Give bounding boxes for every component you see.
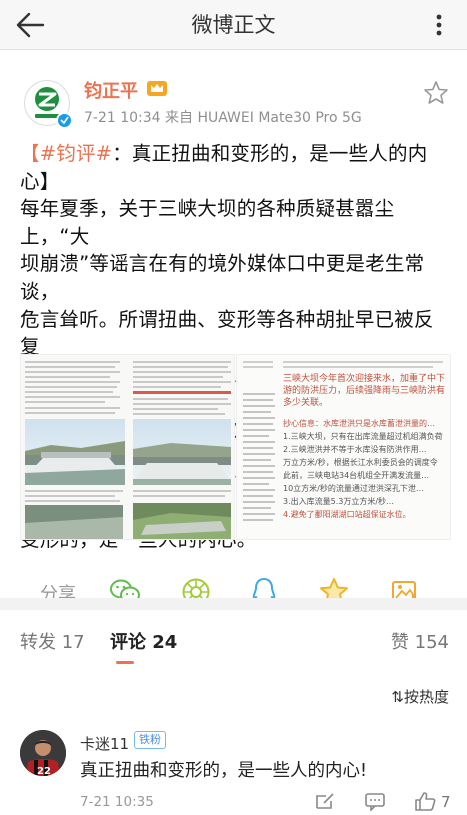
image-right-line: 2.三峡泄洪并不等于水库没有防洪作用… [283, 445, 427, 454]
hashtag-link[interactable]: 【#钧评# [20, 142, 112, 165]
verified-icon [56, 112, 73, 129]
fan-badge: 铁粉 [134, 731, 166, 749]
tab-active-indicator [116, 661, 134, 664]
commenter-avatar[interactable]: 22 [20, 730, 66, 776]
image-right-line: 此前，三峡电站34台机组全开满发流量… [283, 471, 430, 480]
image-right-line: 4.避免了鄱阳湖湖口站超保证水位。 [283, 510, 411, 519]
post-text-line: 危言耸听。所谓扭曲、变形等各种胡扯早已被反复 [20, 307, 434, 359]
like-icon[interactable] [414, 791, 436, 811]
sort-label: 按热度 [403, 688, 449, 706]
post-image-right[interactable]: 三峡大坝今年首次迎接来水，加重了中下游的防洪压力，后续强降雨与三峡防洪有多少关联… [236, 354, 451, 540]
sort-icon: ⇅ [391, 688, 404, 706]
commenter-name[interactable]: 卡迷11 [80, 733, 129, 754]
image-right-lines: 抄心信息：水库泄洪只是水库蓄泄洪量的… 1.三峡大坝，只有在出库流量超过机组满负… [283, 417, 449, 521]
comment-time: 7-21 10:35 [80, 794, 154, 810]
author-name[interactable]: 钧正平 [84, 77, 138, 103]
more-icon [436, 14, 442, 36]
post-image-left[interactable] [20, 354, 235, 540]
reply-icon[interactable] [314, 791, 336, 811]
comment-like-count: 7 [441, 793, 451, 811]
image-right-caption: 三峡大坝今年首次迎接来水，加重了中下游的防洪压力，后续强降雨与三峡防洪有多少关联… [283, 374, 446, 408]
tab-likes[interactable]: 赞 154 [391, 628, 449, 654]
image-right-line: 万立方米/秒，根据长江水利委员会的调度令 [283, 458, 438, 467]
image-right-line: 1.三峡大坝，只有在出库流量超过机组满负荷 [283, 432, 443, 441]
comment-text: 真正扭曲和变形的，是一些人的内心! [80, 761, 368, 781]
post-meta: 7-21 10:34 来自 HUAWEI Mate30 Pro 5G [84, 110, 362, 126]
section-divider [0, 598, 467, 610]
author-avatar[interactable] [24, 80, 73, 129]
image-right-line: 3.出入库流量5.3万立方米/秒… [283, 497, 395, 506]
tab-comments[interactable]: 评论 24 [110, 628, 177, 654]
post-text-line: 每年夏季，关于三峡大坝的各种质疑甚嚣尘上，“大 [20, 197, 395, 248]
post-text-line: 坝崩溃”等谣言在有的境外媒体口中更是老生常谈， [20, 252, 425, 303]
interaction-tabs: 转发 17 评论 24 赞 154 [0, 610, 467, 670]
image-right-line: 抄心信息：水库泄洪只是水库蓄泄洪量的… [283, 419, 435, 428]
svg-text:22: 22 [37, 766, 51, 776]
top-bar: 微博正文 [0, 0, 467, 50]
image-right-line: 10立方米/秒的流量通过泄洪深孔下泄… [283, 484, 424, 493]
sort-button[interactable]: ⇅按热度 [391, 686, 449, 707]
comment-icon[interactable] [364, 791, 386, 811]
more-button[interactable] [425, 10, 453, 40]
post-text-line: 【#钧评#：真正扭曲和变形的，是一些人的内心】 [20, 142, 428, 193]
page-title: 微博正文 [191, 13, 276, 37]
tab-repost[interactable]: 转发 17 [20, 628, 85, 654]
vip-crown-icon [147, 81, 167, 96]
star-icon[interactable] [423, 80, 449, 106]
